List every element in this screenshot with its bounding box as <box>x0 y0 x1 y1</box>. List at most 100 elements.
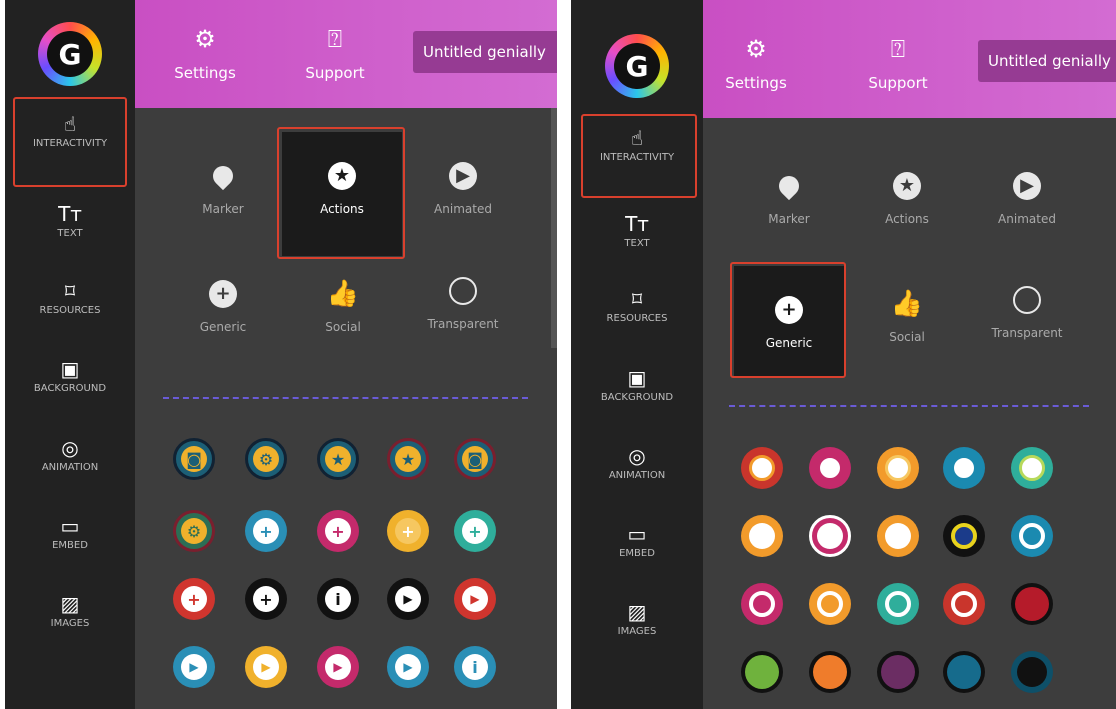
round-button[interactable] <box>809 651 851 693</box>
round-button[interactable] <box>943 515 985 557</box>
genially-logo[interactable]: G <box>605 34 669 98</box>
dot-icon <box>881 655 915 689</box>
star-icon: ★ <box>893 172 921 200</box>
tile-animated[interactable]: ▶ Animated <box>977 172 1077 226</box>
sidebar-item-text[interactable]: Tт TEXT <box>571 210 703 250</box>
sidebar-item-label: TEXT <box>57 228 83 239</box>
dot-icon <box>947 655 981 689</box>
dot-icon <box>749 523 775 549</box>
tile-label: Social <box>889 330 925 344</box>
sidebar-item-animation[interactable]: ◎ ANIMATION <box>571 442 703 482</box>
round-button[interactable] <box>741 447 783 489</box>
camera-button[interactable]: ◙ <box>454 438 496 480</box>
play-icon: ▶ <box>395 654 421 680</box>
tile-social[interactable]: 👍 Social <box>857 290 957 344</box>
right-editor-panel: G ☝ INTERACTIVITY Tт TEXT ⌑ RESOURCES ▣ … <box>571 0 1116 709</box>
play-button[interactable]: ▶ <box>387 646 429 688</box>
sidebar-item-embed[interactable]: ▭ EMBED <box>571 520 703 560</box>
scrollbar[interactable] <box>551 108 557 348</box>
round-button[interactable] <box>809 583 851 625</box>
play-icon: ▶ <box>462 586 488 612</box>
tile-animated[interactable]: ▶ Animated <box>413 162 513 216</box>
tile-social[interactable]: 👍 Social <box>293 280 393 334</box>
help-icon: ⍰ <box>327 25 343 53</box>
highlight-box <box>13 97 127 187</box>
tile-marker[interactable]: Marker <box>739 171 839 226</box>
tile-actions[interactable]: ★ Actions <box>857 172 957 226</box>
genially-logo[interactable]: G <box>38 22 102 86</box>
play-button[interactable]: ▶ <box>317 646 359 688</box>
sidebar-item-text[interactable]: Tт TEXT <box>5 200 135 240</box>
dot-icon <box>1015 587 1049 621</box>
sidebar-item-images[interactable]: ▨ IMAGES <box>571 598 703 638</box>
info-button[interactable]: i <box>317 578 359 620</box>
tile-transparent[interactable]: Transparent <box>977 286 1077 340</box>
round-button[interactable] <box>877 583 919 625</box>
gear-button[interactable]: ⚙ <box>245 438 287 480</box>
sidebar-item-embed[interactable]: ▭ EMBED <box>5 512 135 552</box>
play-button[interactable]: ▶ <box>454 578 496 620</box>
sidebar-item-label: BACKGROUND <box>600 392 674 403</box>
sidebar-item-resources[interactable]: ⌑ RESOURCES <box>5 277 135 317</box>
tile-generic[interactable]: + Generic <box>173 280 273 334</box>
play-button[interactable]: ▶ <box>245 646 287 688</box>
round-button[interactable] <box>809 515 851 557</box>
round-button[interactable] <box>877 651 919 693</box>
sidebar-item-images[interactable]: ▨ IMAGES <box>5 590 135 630</box>
images-icon: ▨ <box>627 600 647 624</box>
round-button[interactable] <box>943 447 985 489</box>
logo-letter: G <box>47 31 93 77</box>
project-title[interactable]: Untitled genially <box>978 40 1116 82</box>
plus-button[interactable]: + <box>173 578 215 620</box>
plus-icon: + <box>181 586 207 612</box>
info-button[interactable]: i <box>454 646 496 688</box>
tile-marker[interactable]: Marker <box>173 161 273 216</box>
left-sidebar: G ☝ INTERACTIVITY Tт TEXT ⌑ RESOURCES ▣ … <box>5 0 135 709</box>
round-button[interactable] <box>877 447 919 489</box>
star-button[interactable]: ★ <box>387 438 429 480</box>
right-sidebar: G ☝ INTERACTIVITY Tт TEXT ⌑ RESOURCES ▣ … <box>571 0 703 709</box>
sidebar-item-animation[interactable]: ◎ ANIMATION <box>5 434 135 474</box>
dot-icon <box>951 523 977 549</box>
plus-button[interactable]: + <box>317 510 359 552</box>
round-button[interactable] <box>741 583 783 625</box>
gear-button[interactable]: ⚙ <box>173 510 215 552</box>
star-button[interactable]: ★ <box>317 438 359 480</box>
round-button[interactable] <box>943 651 985 693</box>
plus-button[interactable]: + <box>245 510 287 552</box>
images-icon: ▨ <box>60 592 80 616</box>
settings-label: Settings <box>174 64 236 82</box>
support-button[interactable]: ⍰ Support <box>853 34 943 92</box>
round-button[interactable] <box>1011 447 1053 489</box>
background-icon: ▣ <box>60 357 80 381</box>
round-button[interactable] <box>741 651 783 693</box>
round-button[interactable] <box>1011 515 1053 557</box>
project-title[interactable]: Untitled genially <box>413 31 557 73</box>
plus-icon: + <box>253 518 279 544</box>
sidebar-item-background[interactable]: ▣ BACKGROUND <box>5 355 135 395</box>
dot-icon <box>951 591 977 617</box>
plus-button[interactable]: + <box>387 510 429 552</box>
round-button[interactable] <box>943 583 985 625</box>
plus-button[interactable]: + <box>454 510 496 552</box>
top-bar: ⚙ Settings ⍰ Support Untitled genially <box>135 0 557 108</box>
play-button[interactable]: ▶ <box>173 646 215 688</box>
round-button[interactable] <box>809 447 851 489</box>
settings-button[interactable]: ⚙ Settings <box>711 34 801 92</box>
round-button[interactable] <box>1011 583 1053 625</box>
play-button[interactable]: ▶ <box>387 578 429 620</box>
settings-button[interactable]: ⚙ Settings <box>160 24 250 82</box>
round-button[interactable] <box>741 515 783 557</box>
star-icon: ★ <box>325 446 351 472</box>
support-button[interactable]: ⍰ Support <box>290 24 380 82</box>
round-button[interactable] <box>877 515 919 557</box>
sidebar-item-resources[interactable]: ⌑ RESOURCES <box>571 285 703 325</box>
thumbs-up-icon: 👍 <box>890 289 924 319</box>
highlight-box <box>277 127 405 259</box>
sidebar-item-background[interactable]: ▣ BACKGROUND <box>571 364 703 404</box>
round-button[interactable] <box>1011 651 1053 693</box>
tile-transparent[interactable]: Transparent <box>413 277 513 331</box>
camera-button[interactable]: ◙ <box>173 438 215 480</box>
text-icon: Tт <box>625 212 649 236</box>
plus-button[interactable]: + <box>245 578 287 620</box>
